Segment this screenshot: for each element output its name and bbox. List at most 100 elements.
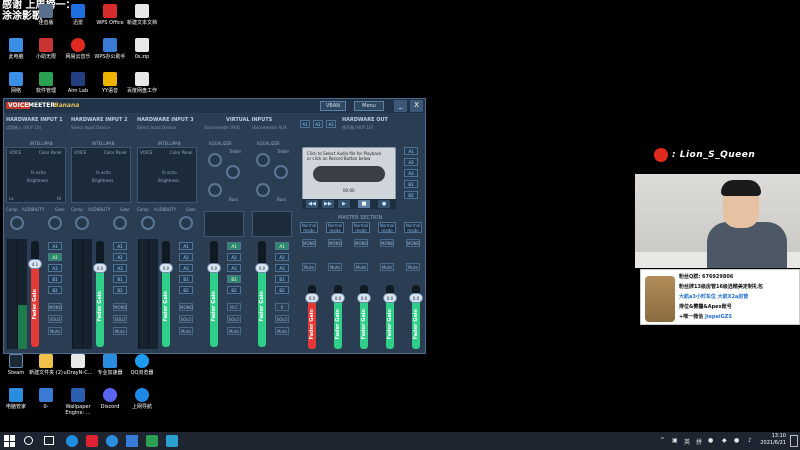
mute-button[interactable]: Mute (227, 327, 241, 335)
fader-knob[interactable]: 0.0 (159, 263, 173, 273)
intellipan-panel[interactable]: VOICE Color Panel fx echo Brightness Lo … (6, 147, 66, 203)
minimize-button[interactable]: _ (394, 100, 407, 112)
fader-knob[interactable]: 0.0 (255, 263, 269, 273)
tape-bus-a2[interactable]: A2 (404, 158, 418, 166)
tray-app-icon[interactable]: ● (708, 437, 713, 444)
eq-knob[interactable] (274, 165, 288, 179)
tray-app-icon[interactable]: ● (734, 437, 739, 444)
bus-a1[interactable]: A1 (275, 242, 289, 250)
taskbar-app-icon[interactable] (106, 435, 118, 447)
stop-button[interactable]: ■ (358, 200, 370, 208)
tape-bus-b1[interactable]: B1 (404, 180, 418, 188)
fader-knob[interactable]: 0.0 (93, 263, 107, 273)
master-mute[interactable]: Mute (354, 263, 368, 271)
master-fader-knob[interactable]: 0.0 (331, 293, 345, 303)
taskbar-app-icon[interactable] (126, 435, 138, 447)
desktop-icon-23[interactable]: 上网导航 (122, 388, 162, 410)
solo-button[interactable]: SOLO (48, 315, 62, 323)
vban-button[interactable]: VBAN (320, 101, 346, 111)
play-button[interactable]: ▶ (338, 200, 350, 208)
fader-knob[interactable]: 4.1 (28, 259, 42, 269)
mono-button[interactable]: MONO (179, 303, 193, 311)
hw-input-3-device[interactable]: Select Input Device (137, 125, 176, 130)
tray-lang[interactable]: 英 (684, 437, 690, 446)
master-mute[interactable]: Mute (406, 263, 420, 271)
tape-bus-a1[interactable]: A1 (404, 147, 418, 155)
eq-knob[interactable] (208, 153, 222, 167)
rewind-button[interactable]: ◀◀ (306, 200, 318, 208)
master-fader-knob[interactable]: 0.0 (305, 293, 319, 303)
edge-browser-icon[interactable] (66, 435, 78, 447)
normal-mode-button[interactable]: Normal mode (352, 222, 370, 233)
hw-input-1-device[interactable]: 话筒输入 (HUY 10) (6, 125, 41, 131)
voicemeeter-aux-panel[interactable] (252, 211, 292, 237)
out-a3-button[interactable]: A3 (326, 120, 336, 128)
record-button[interactable]: ● (378, 200, 390, 208)
tape-bus-b2[interactable]: B2 (404, 191, 418, 199)
master-fader-knob[interactable]: 0.0 (409, 293, 423, 303)
bus-b2[interactable]: B2 (113, 286, 127, 294)
tray-chevron-icon[interactable]: ^ (660, 437, 665, 444)
task-view-icon[interactable] (44, 436, 54, 445)
mute-button[interactable]: Mute (179, 327, 193, 335)
comp-knob[interactable] (75, 216, 89, 230)
k-button[interactable]: K (275, 303, 289, 311)
master-mute[interactable]: Mute (380, 263, 394, 271)
master-fader-knob[interactable]: 0.0 (357, 293, 371, 303)
bus-b2[interactable]: B2 (227, 286, 241, 294)
mute-button[interactable]: Mute (48, 327, 62, 335)
tape-bus-a3[interactable]: A3 (404, 169, 418, 177)
gate-knob[interactable] (113, 216, 127, 230)
master-mono[interactable]: MONO (354, 239, 368, 247)
bus-a3[interactable]: A3 (113, 264, 127, 272)
bus-b1[interactable]: B1 (179, 275, 193, 283)
solo-button[interactable]: SOLO (113, 315, 127, 323)
master-mono[interactable]: MONO (302, 239, 316, 247)
normal-mode-button[interactable]: Normal mode (404, 222, 422, 233)
mute-button[interactable]: Mute (275, 327, 289, 335)
solo-button[interactable]: SOLO (227, 315, 241, 323)
eq-knob[interactable] (208, 183, 222, 197)
bus-a2[interactable]: A2 (227, 253, 241, 261)
bus-a2[interactable]: A2 (48, 253, 62, 261)
hw-out-device[interactable]: 扬声器 (HUY 10) (342, 125, 373, 131)
intellipan-panel[interactable]: VOICE Color Panel fx echo Brightness (137, 147, 197, 203)
out-a1-button[interactable]: A1 (300, 120, 310, 128)
gate-knob[interactable] (179, 216, 193, 230)
master-fader-knob[interactable]: 0.0 (383, 293, 397, 303)
gate-knob[interactable] (48, 216, 62, 230)
tray-ime[interactable]: 拼 (696, 437, 702, 446)
intellipan-panel[interactable]: VOICE Color Panel fx echo Brightness (71, 147, 131, 203)
bus-a1[interactable]: A1 (113, 242, 127, 250)
close-button[interactable]: X (410, 100, 423, 112)
hw-input-2-device[interactable]: Select Input Device (71, 125, 110, 130)
master-mute[interactable]: Mute (302, 263, 316, 271)
voicemeeter-vaio-panel[interactable] (204, 211, 244, 237)
out-a2-button[interactable]: A2 (313, 120, 323, 128)
taskbar-clock[interactable]: 13:10 2021/6/21 (760, 433, 786, 447)
bus-a1[interactable]: A1 (227, 242, 241, 250)
mono-button[interactable]: MONO (48, 303, 62, 311)
normal-mode-button[interactable]: Normal mode (326, 222, 344, 233)
volume-icon[interactable]: ♪ (748, 437, 752, 444)
eq-knob[interactable] (256, 153, 270, 167)
desktop-icon-8[interactable]: 0s.zip (122, 38, 162, 60)
solo-button[interactable]: SOLO (179, 315, 193, 323)
mc-button[interactable]: M.C (227, 303, 241, 311)
bus-b2[interactable]: B2 (179, 286, 193, 294)
bus-b1[interactable]: B1 (275, 275, 289, 283)
bus-a2[interactable]: A2 (113, 253, 127, 261)
master-mono[interactable]: MONO (328, 239, 342, 247)
forward-button[interactable]: ▶▶ (322, 200, 334, 208)
tray-app-icon[interactable]: ▣ (672, 437, 678, 444)
bus-b1[interactable]: B1 (227, 275, 241, 283)
bus-a3[interactable]: A3 (48, 264, 62, 272)
comp-knob[interactable] (141, 216, 155, 230)
desktop-icon-3[interactable]: 新建文本文档 (122, 4, 162, 26)
fader-knob[interactable]: 0.0 (207, 263, 221, 273)
bus-a1[interactable]: A1 (179, 242, 193, 250)
window-titlebar[interactable]: VOICE MEETER Banana VBAN Menu _ X (4, 99, 425, 113)
mono-button[interactable]: MONO (113, 303, 127, 311)
bus-a2[interactable]: A2 (179, 253, 193, 261)
menu-button[interactable]: Menu (354, 101, 384, 111)
